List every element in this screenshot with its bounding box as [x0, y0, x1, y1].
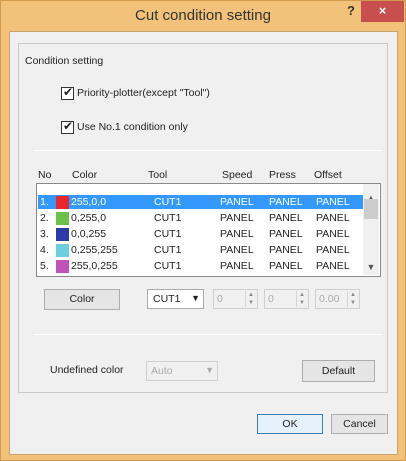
undefined-color-select: Auto ▼ [146, 361, 218, 381]
row-press: PANEL [269, 196, 303, 208]
separator [34, 334, 382, 335]
undefined-color-label: Undefined color [50, 364, 124, 376]
header-press: Press [269, 169, 296, 181]
press-spinner[interactable]: 0 ▲ ▼ [264, 289, 309, 309]
default-button[interactable]: Default [302, 360, 375, 382]
table-row[interactable]: 5. 255,0,255 CUT1 PANEL PANEL PANEL [38, 259, 363, 273]
color-swatch [56, 228, 69, 241]
row-color: 0,0,255 [71, 228, 107, 240]
undefined-color-value: Auto [151, 365, 173, 377]
help-button[interactable]: ? [343, 1, 359, 23]
row-speed: PANEL [220, 228, 254, 240]
check-mark-icon: ✔ [63, 119, 74, 133]
header-speed: Speed [222, 169, 253, 181]
row-tool: CUT1 [154, 228, 182, 240]
row-no: 2. [40, 212, 49, 224]
tool-select-value: CUT1 [153, 293, 181, 305]
ok-button[interactable]: OK [257, 414, 323, 434]
color-button[interactable]: Color [44, 289, 120, 310]
scrollbar-thumb[interactable] [364, 199, 378, 219]
row-offset: PANEL [316, 212, 350, 224]
row-tool: CUT1 [154, 212, 182, 224]
spinner-arrows-icon[interactable]: ▲ ▼ [347, 291, 358, 307]
row-speed: PANEL [220, 260, 254, 272]
header-tool: Tool [148, 169, 168, 181]
row-color: 0,255,0 [71, 212, 107, 224]
row-press: PANEL [269, 260, 303, 272]
row-color: 0,255,255 [71, 244, 118, 256]
row-no: 3. [40, 228, 49, 240]
color-swatch [56, 260, 69, 273]
scroll-down-icon[interactable]: ▼ [363, 260, 379, 275]
row-color: 255,0,0 [71, 196, 107, 208]
list-scrollbar[interactable]: ▲ ▼ [363, 184, 379, 275]
color-swatch [56, 196, 69, 209]
row-press: PANEL [269, 244, 303, 256]
row-tool: CUT1 [154, 196, 182, 208]
use-no1-checkbox[interactable]: ✔ [61, 119, 74, 134]
speed-value: 0 [217, 293, 223, 305]
row-no: 5. [40, 260, 49, 272]
row-speed: PANEL [220, 196, 254, 208]
header-color: Color [72, 169, 98, 181]
cancel-button[interactable]: Cancel [331, 414, 388, 434]
row-offset: PANEL [316, 196, 350, 208]
row-no: 4. [40, 244, 49, 256]
row-no: 1. [40, 196, 49, 208]
color-swatch [56, 212, 69, 225]
table-row[interactable]: 1. 255,0,0 CUT1 PANEL PANEL PANEL [38, 195, 363, 209]
row-color: 255,0,255 [71, 260, 118, 272]
tool-select[interactable]: CUT1 ▼ [147, 289, 204, 309]
header-no: No [38, 169, 52, 181]
check-mark-icon: ✔ [63, 85, 74, 99]
title-bar[interactable]: Cut condition setting ? × [1, 1, 405, 31]
priority-plotter-label[interactable]: Priority-plotter(except "Tool") [77, 87, 210, 99]
row-press: PANEL [269, 212, 303, 224]
row-press: PANEL [269, 228, 303, 240]
row-speed: PANEL [220, 244, 254, 256]
press-value: 0 [268, 293, 274, 305]
chevron-down-icon: ▼ [205, 365, 214, 375]
close-button[interactable]: × [361, 1, 404, 22]
table-row[interactable]: 2. 0,255,0 CUT1 PANEL PANEL PANEL [38, 211, 363, 225]
row-offset: PANEL [316, 228, 350, 240]
row-offset: PANEL [316, 244, 350, 256]
separator [34, 150, 382, 151]
offset-spinner[interactable]: 0.00 ▲ ▼ [315, 289, 360, 309]
use-no1-label[interactable]: Use No.1 condition only [77, 121, 188, 133]
color-swatch [56, 244, 69, 257]
condition-setting-label: Condition setting [24, 55, 105, 67]
table-row[interactable]: 4. 0,255,255 CUT1 PANEL PANEL PANEL [38, 243, 363, 257]
offset-value: 0.00 [319, 293, 340, 305]
row-speed: PANEL [220, 212, 254, 224]
row-offset: PANEL [316, 260, 350, 272]
table-row[interactable]: 3. 0,0,255 CUT1 PANEL PANEL PANEL [38, 227, 363, 241]
header-offset: Offset [314, 169, 342, 181]
row-tool: CUT1 [154, 244, 182, 256]
spinner-arrows-icon[interactable]: ▲ ▼ [245, 291, 256, 307]
speed-spinner[interactable]: 0 ▲ ▼ [213, 289, 258, 309]
spinner-arrows-icon[interactable]: ▲ ▼ [296, 291, 307, 307]
chevron-down-icon: ▼ [191, 293, 200, 303]
row-tool: CUT1 [154, 260, 182, 272]
priority-plotter-checkbox[interactable]: ✔ [61, 85, 74, 100]
condition-list[interactable]: 1. 255,0,0 CUT1 PANEL PANEL PANEL 2. 0,2… [36, 183, 381, 277]
